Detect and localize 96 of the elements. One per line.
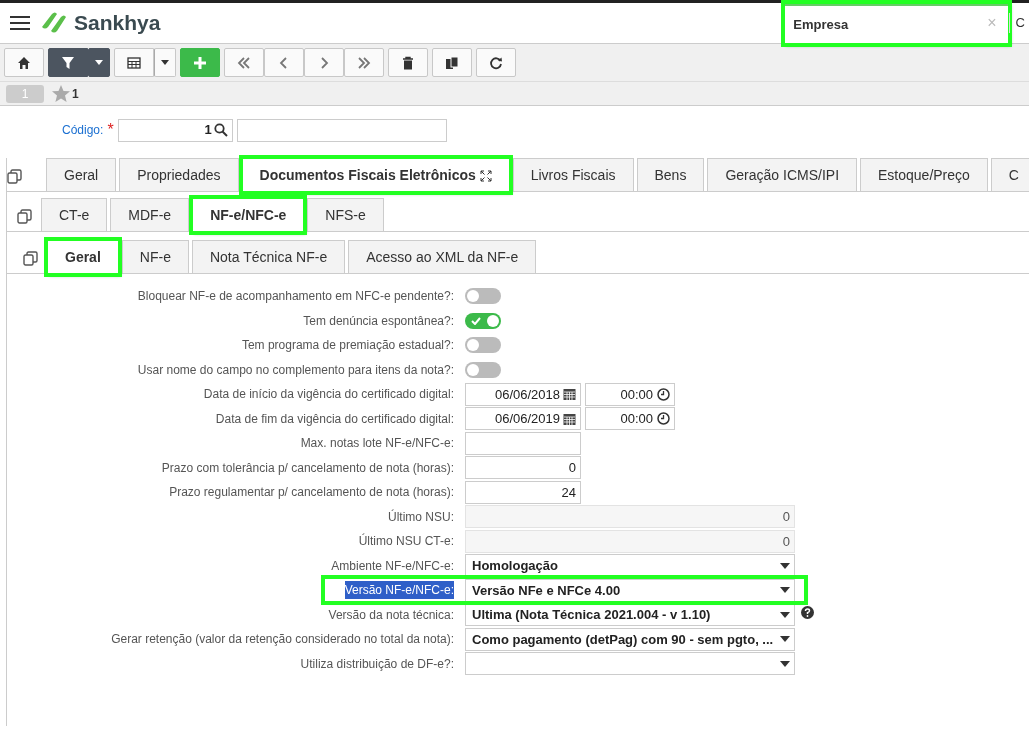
readonly-field: 0 <box>465 505 795 529</box>
field-label: Versão da nota técnica: <box>328 606 454 624</box>
select-field[interactable]: Ultima (Nota Técnica 2021.004 - v 1.10) <box>465 603 795 627</box>
filter-icon <box>61 55 75 70</box>
tab[interactable]: NF-e/NFC-e <box>192 198 305 232</box>
field-label: Tem denúncia espontânea?: <box>303 312 454 330</box>
code-field[interactable]: 1 <box>117 118 233 142</box>
field-label: Data de fim da vigência do certificado digital: <box>215 410 454 428</box>
caret-icon <box>780 660 790 667</box>
home-icon <box>17 55 31 70</box>
caret-icon <box>95 60 103 65</box>
calendar-icon[interactable] <box>563 412 576 425</box>
field-label: Max. notas lote NF-e/NFC-e: <box>300 435 454 452</box>
copy-button[interactable] <box>432 48 472 77</box>
tab[interactable]: Livros Fiscais <box>512 158 634 191</box>
caret-icon <box>780 636 790 643</box>
field-label: Tem programa de premiação estadual?: <box>241 337 454 354</box>
tab[interactable]: Geração ICMS/IPI <box>707 158 857 191</box>
select-field[interactable]: Versão NFe e NFCe 4.00 <box>465 578 795 602</box>
time-field[interactable]: 00:00 <box>585 382 675 406</box>
check-icon <box>471 316 481 325</box>
date-field[interactable]: 06/06/2018 <box>465 382 581 406</box>
filter-button[interactable] <box>48 48 88 77</box>
menu-icon[interactable] <box>10 15 30 31</box>
clock-icon[interactable] <box>657 412 670 426</box>
expand-icon[interactable] <box>479 170 492 183</box>
table-icon <box>127 55 141 70</box>
clock-icon[interactable] <box>657 387 670 401</box>
refresh-icon <box>489 55 503 70</box>
number-field[interactable] <box>465 431 581 455</box>
chevron-right-button[interactable] <box>304 48 344 77</box>
number-field[interactable]: 0 <box>465 456 581 480</box>
field-label: Último NSU CT-e: <box>358 532 454 550</box>
tab[interactable]: Geral <box>46 158 117 191</box>
toggle-switch[interactable] <box>465 288 501 305</box>
tab[interactable]: Acesso ao XML da NF-e <box>348 240 537 273</box>
field-label: Usar nome do campo no complemento para itens da nota?: <box>137 361 454 379</box>
dropdown-button[interactable] <box>88 48 110 77</box>
field-label: Prazo com tolerância p/ cancelamento de nota (horas): <box>161 459 454 477</box>
home-button[interactable] <box>4 48 44 77</box>
copy-icon[interactable] <box>23 251 38 266</box>
select-field[interactable]: Como pagamento (detPag) com 90 - sem pgto, ... <box>465 627 795 651</box>
field-label: Data de início da vigência do certificado digital: <box>203 386 454 403</box>
toggle-switch[interactable] <box>465 361 501 378</box>
double-chevron-right-icon <box>357 55 371 70</box>
table-button[interactable] <box>114 48 154 77</box>
caret-icon <box>161 60 169 65</box>
select-field[interactable] <box>465 652 795 676</box>
select-field[interactable]: Homologação <box>465 554 795 578</box>
chevron-left-button[interactable] <box>264 48 304 77</box>
tab[interactable]: Nota Técnica NF-e <box>191 240 346 273</box>
tab[interactable]: C <box>990 158 1029 191</box>
field-label: Versão NF-e/NFC-e: <box>344 581 454 600</box>
app-tab[interactable]: C <box>1008 13 1029 33</box>
field-label: Prazo regulamentar p/ cancelamento de nota (horas): <box>169 484 454 501</box>
readonly-field: 0 <box>465 529 795 553</box>
copy-icon[interactable] <box>7 169 22 184</box>
field-label: Utiliza distribuição de DF-e?: <box>300 655 454 673</box>
brand-name: Sankhya <box>74 10 161 37</box>
favorite-count: 1 <box>72 85 79 103</box>
double-chevron-left-icon <box>237 55 251 70</box>
field-label: Bloquear NF-e de acompanhamento em NFC-e pendente?: <box>137 288 454 305</box>
calendar-icon[interactable] <box>563 388 576 401</box>
tab[interactable]: NF-e <box>121 240 189 273</box>
date-field[interactable]: 06/06/2019 <box>465 407 581 431</box>
caret-icon <box>780 587 790 594</box>
time-field[interactable]: 00:00 <box>585 407 675 431</box>
double-chevron-left-button[interactable] <box>224 48 264 77</box>
refresh-button[interactable] <box>476 48 516 77</box>
field-label: Código: <box>62 122 104 139</box>
tab[interactable]: CT-e <box>41 198 108 231</box>
trash-icon <box>401 55 415 70</box>
description-field[interactable] <box>236 118 447 142</box>
required-mark: * <box>107 120 114 140</box>
caret-icon <box>780 611 790 618</box>
tab[interactable]: Bens <box>636 158 705 191</box>
search-icon[interactable] <box>213 123 228 137</box>
tab[interactable]: NFS-e <box>307 198 384 231</box>
number-field[interactable]: 24 <box>465 480 581 504</box>
copy-icon[interactable] <box>17 209 32 224</box>
star-icon[interactable] <box>52 85 70 102</box>
tab[interactable]: Geral <box>47 240 119 274</box>
tab[interactable]: Propriedades <box>119 158 239 191</box>
add-icon <box>193 55 207 70</box>
tab[interactable]: MDF-e <box>110 198 190 231</box>
toggle-switch[interactable] <box>465 312 501 329</box>
tab[interactable]: Documentos Fiscais Eletrônicos <box>241 158 510 192</box>
trash-button[interactable] <box>388 48 428 77</box>
field-label: Último NSU: <box>388 508 454 526</box>
help-icon[interactable] <box>801 605 814 619</box>
caret-icon <box>780 562 790 569</box>
copy-icon <box>445 55 459 70</box>
toggle-switch[interactable] <box>465 337 501 354</box>
field-label: Ambiente NF-e/NFC-e: <box>331 557 454 575</box>
tab[interactable]: Estoque/Preço <box>860 158 988 191</box>
field-label: Gerar retenção (valor da retenção considerado no total da nota): <box>111 631 454 648</box>
